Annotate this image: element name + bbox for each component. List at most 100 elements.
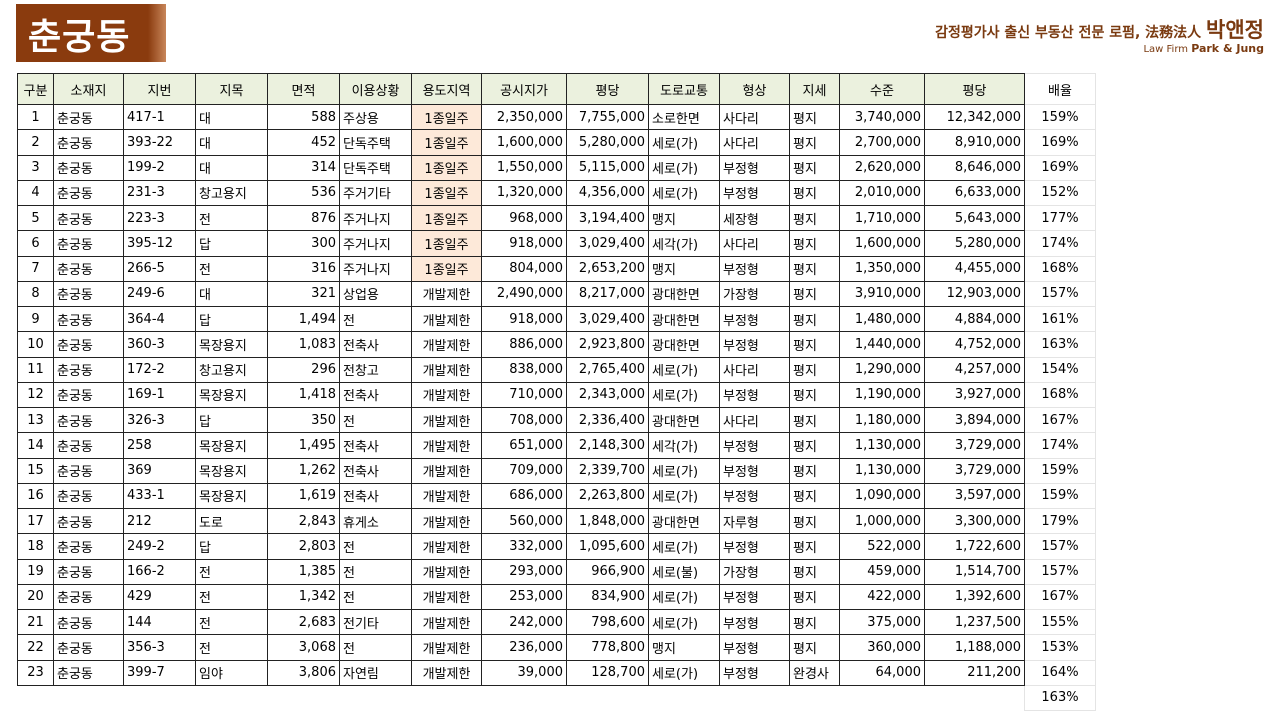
- cell-lot: 360-3: [123, 331, 196, 358]
- cell-terrain: 평지: [789, 255, 840, 282]
- cell-jimok: 대: [195, 129, 268, 156]
- cell-price: 918,000: [481, 305, 567, 333]
- cell-shape: 부정형: [719, 331, 790, 358]
- firm-english-prefix: Law Firm: [1143, 44, 1188, 55]
- cell-shape: 사다리: [719, 356, 790, 383]
- cell-lot: 249-6: [123, 280, 196, 308]
- cell-ratio: 161%: [1024, 305, 1096, 333]
- cell-use: 전축사: [339, 482, 412, 510]
- cell-zone: 개발제한: [411, 558, 482, 585]
- cell-use: 전: [339, 634, 412, 661]
- cell-lot: 399-7: [123, 659, 196, 686]
- cell-lot: 199-2: [123, 154, 196, 181]
- cell-ratio: 163%: [1024, 331, 1096, 358]
- cell-terrain: 평지: [789, 558, 840, 585]
- firm-english-name: Park & Jung: [1191, 42, 1264, 55]
- cell-lpp: 3,729,000: [924, 457, 1025, 484]
- page-title: 춘궁동: [28, 17, 131, 58]
- cell-no: 22: [17, 634, 54, 661]
- cell-terrain: 평지: [789, 507, 840, 535]
- cell-zone: 개발제한: [411, 305, 482, 333]
- column-header: 수준: [839, 73, 925, 105]
- cell-level: 1,350,000: [839, 255, 925, 282]
- cell-lot: 258: [123, 432, 196, 459]
- cell-loc: 춘궁동: [53, 583, 124, 611]
- cell-road: 광대한면: [648, 331, 720, 358]
- cell-pp: 5,115,000: [566, 154, 649, 181]
- cell-shape: 부정형: [719, 179, 790, 207]
- cell-price: 918,000: [481, 230, 567, 257]
- cell-zone: 개발제한: [411, 381, 482, 409]
- table-row: 20 춘궁동 429 전 1,342 전 개발제한 253,000 834,900 세로(가) 부정…: [17, 583, 1096, 611]
- cell-pp: 2,343,000: [566, 381, 649, 409]
- cell-lpp: 12,903,000: [924, 280, 1025, 308]
- cell-road: 광대한면: [648, 305, 720, 333]
- cell-area: 296: [267, 356, 340, 383]
- cell-shape: 부정형: [719, 659, 790, 686]
- land-price-table: 구분 소재지 지번 지목 면적 이용상황 용도지역 공시지가 평당 도로교통 형상 지세 수준 평당 배율 …: [17, 73, 1096, 712]
- cell-zone: 1종일주: [411, 129, 482, 156]
- cell-no: 17: [17, 507, 54, 535]
- cell-loc: 춘궁동: [53, 608, 124, 636]
- cell-price: 708,000: [481, 406, 567, 434]
- cell-ratio: 153%: [1024, 634, 1096, 661]
- cell-terrain: 평지: [789, 305, 840, 333]
- column-header: 구분: [17, 73, 54, 105]
- cell-zone: 개발제한: [411, 432, 482, 459]
- cell-lot: 417-1: [123, 103, 196, 131]
- cell-shape: 사다리: [719, 406, 790, 434]
- cell-road: 세로(불): [648, 558, 720, 585]
- cell-level: 1,130,000: [839, 457, 925, 484]
- cell-lpp: 4,455,000: [924, 255, 1025, 282]
- cell-lot: 169-1: [123, 381, 196, 409]
- cell-lot: 223-3: [123, 204, 196, 232]
- cell-terrain: 평지: [789, 154, 840, 181]
- cell-area: 3,068: [267, 634, 340, 661]
- cell-zone: 1종일주: [411, 230, 482, 257]
- cell-jimok: 대: [195, 154, 268, 181]
- cell-shape: 가장형: [719, 558, 790, 585]
- cell-jimok: 답: [195, 533, 268, 560]
- cell-shape: 사다리: [719, 230, 790, 257]
- cell-pp: 7,755,000: [566, 103, 649, 131]
- footer-spacer: [18, 685, 1025, 710]
- cell-loc: 춘궁동: [53, 129, 124, 156]
- table-row: 14 춘궁동 258 목장용지 1,495 전축사 개발제한 651,000 2,148,300…: [17, 432, 1096, 459]
- cell-ratio: 167%: [1024, 406, 1096, 434]
- cell-road: 세로(가): [648, 457, 720, 484]
- table-row: 3 춘궁동 199-2 대 314 단독주택 1종일주 1,550,000 5,115,000 세…: [17, 154, 1096, 181]
- table-row: 17 춘궁동 212 도로 2,843 휴게소 개발제한 560,000 1,848,000 광대…: [17, 507, 1096, 535]
- cell-zone: 1종일주: [411, 255, 482, 282]
- column-header: 형상: [719, 73, 790, 105]
- cell-road: 소로한면: [648, 103, 720, 131]
- cell-terrain: 평지: [789, 331, 840, 358]
- cell-zone: 개발제한: [411, 533, 482, 560]
- cell-lpp: 1,514,700: [924, 558, 1025, 585]
- cell-terrain: 평지: [789, 482, 840, 510]
- cell-road: 세로(가): [648, 356, 720, 383]
- cell-use: 전창고: [339, 356, 412, 383]
- cell-area: 1,495: [267, 432, 340, 459]
- cell-price: 886,000: [481, 331, 567, 358]
- cell-loc: 춘궁동: [53, 381, 124, 409]
- cell-shape: 자루형: [719, 507, 790, 535]
- cell-pp: 3,194,400: [566, 204, 649, 232]
- cell-no: 11: [17, 356, 54, 383]
- cell-road: 세각(가): [648, 230, 720, 257]
- cell-ratio: 157%: [1024, 280, 1096, 308]
- cell-jimok: 목장용지: [195, 381, 268, 409]
- cell-ratio: 169%: [1024, 154, 1096, 181]
- cell-terrain: 평지: [789, 432, 840, 459]
- cell-area: 1,385: [267, 558, 340, 585]
- cell-price: 651,000: [481, 432, 567, 459]
- cell-no: 4: [17, 179, 54, 207]
- cell-shape: 사다리: [719, 103, 790, 131]
- cell-jimok: 목장용지: [195, 457, 268, 484]
- cell-terrain: 평지: [789, 381, 840, 409]
- cell-pp: 5,280,000: [566, 129, 649, 156]
- column-header: 배율: [1024, 73, 1096, 105]
- cell-loc: 춘궁동: [53, 154, 124, 181]
- cell-pp: 8,217,000: [566, 280, 649, 308]
- cell-price: 710,000: [481, 381, 567, 409]
- cell-ratio: 157%: [1024, 533, 1096, 560]
